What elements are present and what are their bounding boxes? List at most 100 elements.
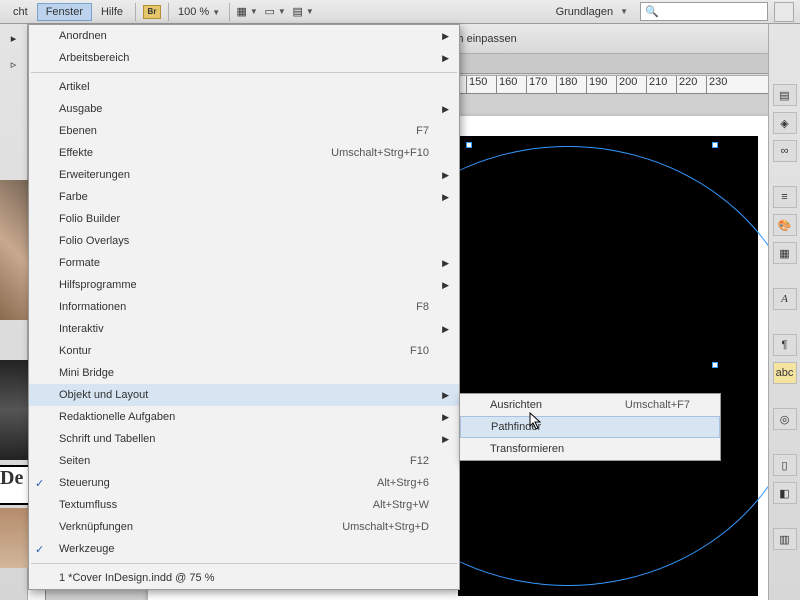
workspace-dropdown[interactable]: Grundlagen▼: [550, 4, 634, 20]
menu-item[interactable]: Ebenen F7: [29, 120, 459, 142]
menu-item-label: Ebenen: [59, 125, 97, 137]
menu-item[interactable]: Farbe ▶: [29, 186, 459, 208]
menu-shortcut: F10: [410, 345, 429, 357]
canvas-text-fragment: De: [0, 465, 28, 505]
menu-item[interactable]: Hilfsprogramme▶: [29, 274, 459, 296]
mouse-cursor-icon: [529, 412, 543, 433]
menu-item[interactable]: Artikel: [29, 76, 459, 98]
menu-item[interactable]: Folio Builder: [29, 208, 459, 230]
separator: [168, 3, 169, 21]
menu-item[interactable]: TextumflussAlt+Strg+W: [29, 494, 459, 516]
submenu-item[interactable]: AusrichtenUmschalt+F7: [460, 394, 720, 416]
align-panel-icon[interactable]: ▯: [773, 454, 797, 476]
menu-item[interactable]: Folio Overlays: [29, 230, 459, 252]
panel-dock: ▤ ◈ ∞ ≡ 🎨 ▦ A ¶ abc ◎ ▯ ◧ ▥: [768, 24, 800, 600]
selection-handle[interactable]: [466, 142, 472, 148]
selection-handle[interactable]: [712, 362, 718, 368]
menu-shortcut: F7: [416, 125, 429, 137]
menu-shortcut: Alt+Strg+6: [377, 477, 429, 489]
menu-item[interactable]: 1 *Cover InDesign.indd @ 75 %: [29, 567, 459, 589]
submenu-arrow-icon: ▶: [442, 280, 449, 291]
menu-item[interactable]: Arbeitsbereich▶: [29, 47, 459, 69]
menu-item[interactable]: Verknüpfungen Umschalt+Strg+D: [29, 516, 459, 538]
submenu-item[interactable]: Transformieren: [460, 438, 720, 460]
menu-separator: [31, 563, 457, 564]
view-options-icon[interactable]: ▦▼: [237, 3, 257, 21]
submenu-arrow-icon: ▶: [442, 31, 449, 42]
swatches-panel-icon[interactable]: ▦: [773, 242, 797, 264]
search-input[interactable]: 🔍: [640, 2, 768, 21]
check-icon: ✓: [35, 543, 44, 556]
menu-item-label: Ausgabe: [59, 103, 102, 115]
object-styles-panel-icon[interactable]: ◎: [773, 408, 797, 430]
canvas-image-fragment: [0, 508, 28, 568]
menu-item[interactable]: Interaktiv ▶: [29, 318, 459, 340]
pages-panel-icon[interactable]: ▤: [773, 84, 797, 106]
window-menu: Anordnen▶Arbeitsbereich▶ArtikelAusgabe▶E…: [28, 24, 460, 590]
object-layout-submenu: AusrichtenUmschalt+F7Pathfinder Transform…: [459, 393, 721, 461]
menu-item[interactable]: Mini Bridge: [29, 362, 459, 384]
screen-mode-icon[interactable]: ▭▼: [265, 3, 285, 21]
submenu-arrow-icon: ▶: [442, 412, 449, 423]
menu-item[interactable]: InformationenF8: [29, 296, 459, 318]
menu-item[interactable]: Erweiterungen▶: [29, 164, 459, 186]
submenu-item-label: Transformieren: [490, 443, 564, 455]
menu-item-label: Redaktionelle Aufgaben: [59, 411, 175, 423]
bridge-icon[interactable]: Br: [143, 5, 161, 19]
submenu-item[interactable]: Pathfinder: [460, 416, 720, 438]
menu-item-label: Interaktiv: [59, 323, 104, 335]
glyphs-panel-icon[interactable]: abc: [773, 362, 797, 384]
direct-select-tool-icon[interactable]: ▹: [2, 52, 26, 76]
menu-item-label: Farbe: [59, 191, 88, 203]
character-panel-icon[interactable]: A: [773, 288, 797, 310]
menu-item[interactable]: Formate ▶: [29, 252, 459, 274]
panel-icon[interactable]: ▥: [773, 528, 797, 550]
submenu-arrow-icon: ▶: [442, 258, 449, 269]
arrange-docs-icon[interactable]: ▤▼: [293, 3, 313, 21]
menu-item[interactable]: EffekteUmschalt+Strg+F10: [29, 142, 459, 164]
submenu-arrow-icon: ▶: [442, 192, 449, 203]
menu-item[interactable]: Anordnen▶: [29, 25, 459, 47]
menu-item[interactable]: ✓ Werkzeuge: [29, 538, 459, 560]
menu-item-label: Formate: [59, 257, 100, 269]
window-control-icon[interactable]: [774, 2, 794, 22]
menu-item-label: Verknüpfungen: [59, 521, 133, 533]
canvas-image-fragment: [0, 360, 28, 460]
links-panel-icon[interactable]: ∞: [773, 140, 797, 162]
menu-item-label: Artikel: [59, 81, 90, 93]
stroke-panel-icon[interactable]: ≡: [773, 186, 797, 208]
menu-item-window[interactable]: Fenster: [37, 3, 92, 21]
menu-shortcut: Alt+Strg+W: [373, 499, 429, 511]
menu-item[interactable]: Redaktionelle Aufgaben ▶: [29, 406, 459, 428]
menu-shortcut: Umschalt+Strg+D: [342, 521, 429, 533]
menu-item-help[interactable]: Hilfe: [92, 3, 132, 21]
menu-item[interactable]: SeitenF12: [29, 450, 459, 472]
menu-shortcut: Umschalt+Strg+F10: [331, 147, 429, 159]
selection-tool-icon[interactable]: ▸: [2, 26, 26, 50]
separator: [135, 3, 136, 21]
pathfinder-panel-icon[interactable]: ◧: [773, 482, 797, 504]
menu-item-label: Folio Overlays: [59, 235, 129, 247]
menu-item-label: Informationen: [59, 301, 126, 313]
zoom-level[interactable]: 100 %▼: [178, 6, 220, 18]
submenu-arrow-icon: ▶: [442, 324, 449, 335]
menu-item-label: Werkzeuge: [59, 543, 114, 555]
paragraph-panel-icon[interactable]: ¶: [773, 334, 797, 356]
menu-bar: cht Fenster Hilfe Br 100 %▼ ▦▼ ▭▼ ▤▼ Gru…: [0, 0, 800, 24]
ruler-tick: 220: [676, 76, 706, 93]
menu-item[interactable]: Kontur F10: [29, 340, 459, 362]
separator: [229, 3, 230, 21]
menu-item[interactable]: Schrift und Tabellen▶: [29, 428, 459, 450]
menu-item[interactable]: ✓SteuerungAlt+Strg+6: [29, 472, 459, 494]
ruler-tick: 230: [706, 76, 736, 93]
check-icon: ✓: [35, 477, 44, 490]
menu-item[interactable]: Ausgabe▶: [29, 98, 459, 120]
selection-handle[interactable]: [712, 142, 718, 148]
menu-item-label: Kontur: [59, 345, 91, 357]
menu-item-label: Erweiterungen: [59, 169, 130, 181]
menu-item[interactable]: Objekt und Layout▶: [29, 384, 459, 406]
ruler-tick: 170: [526, 76, 556, 93]
color-panel-icon[interactable]: 🎨: [773, 214, 797, 236]
layers-panel-icon[interactable]: ◈: [773, 112, 797, 134]
menu-item-prev[interactable]: cht: [4, 3, 37, 21]
